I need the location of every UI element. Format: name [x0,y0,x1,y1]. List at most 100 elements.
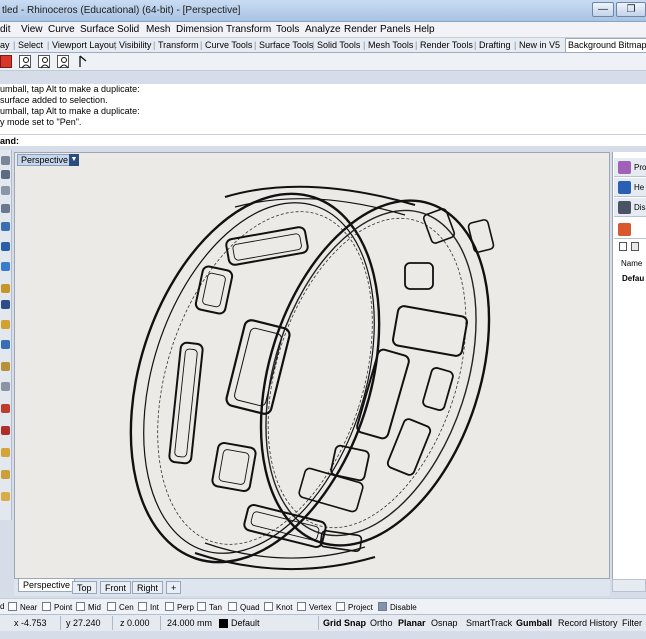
osnap-near[interactable]: Near [8,602,37,612]
tool-icon[interactable] [1,404,10,413]
osnap-perp[interactable]: Perp [165,602,194,612]
checkbox[interactable] [297,602,306,611]
tab-top[interactable]: Top [72,581,97,594]
tab-display[interactable]: ay [0,40,10,50]
panel-tab-properties[interactable]: Pro [614,158,646,177]
tab-render-tools[interactable]: Render Tools [420,40,473,50]
osnap-tan[interactable]: Tan [197,602,222,612]
tab-select[interactable]: Select [18,40,43,50]
osnap-knot[interactable]: Knot [264,602,292,612]
tool-icon[interactable] [1,186,10,195]
menu-analyze[interactable]: Analyze [305,24,341,35]
tab-visibility[interactable]: Visibility [119,40,151,50]
checkbox[interactable] [228,602,237,611]
tab-viewport-layout[interactable]: Viewport Layout [52,40,116,50]
osnap-option[interactable]: d [0,602,4,611]
osnap-cen[interactable]: Cen [107,602,134,612]
tab-solid-tools[interactable]: Solid Tools [317,40,360,50]
tab-right[interactable]: Right [132,581,164,594]
menu-curve[interactable]: Curve [48,24,75,35]
tool-icon[interactable] [1,170,10,179]
checkbox[interactable] [336,602,345,611]
checkbox[interactable] [197,602,206,611]
osnap-mid[interactable]: Mid [76,602,101,612]
tool-icon[interactable] [1,382,10,391]
grid-snap-button[interactable]: Grid Snap [323,618,366,628]
add-view-button[interactable]: + [166,581,182,594]
tool-icon[interactable] [1,242,10,251]
render-icon[interactable] [0,55,12,68]
person-icon[interactable] [57,55,69,69]
osnap-int[interactable]: Int [138,602,159,612]
tool-icon[interactable] [1,448,10,457]
tool-icon[interactable] [1,492,10,501]
osnap-disable[interactable]: Disable [378,602,417,612]
copy-layer-icon[interactable] [631,242,639,251]
person-icon[interactable] [38,55,50,69]
tool-icon[interactable] [1,426,10,435]
ring-model[interactable] [75,173,545,579]
tool-icon[interactable] [1,284,10,293]
filter-button[interactable]: Filter [622,618,642,628]
gumball-button[interactable]: Gumball [516,618,552,628]
osnap-button[interactable]: Osnap [431,618,458,628]
tool-icon[interactable] [1,362,10,371]
chevron-down-icon[interactable]: ▼ [69,154,79,166]
horizontal-scrollbar[interactable] [612,579,646,592]
menu-render[interactable]: Render [344,24,377,35]
menu-solid[interactable]: Solid [117,24,139,35]
checkbox[interactable] [8,602,17,611]
layer-row[interactable]: Defau [622,274,644,283]
osnap-point[interactable]: Point [42,602,72,612]
osnap-project[interactable]: Project [336,602,373,612]
tab-mesh-tools[interactable]: Mesh Tools [368,40,413,50]
tool-icon[interactable] [1,222,10,231]
tool-icon[interactable] [1,300,10,309]
menu-dimension[interactable]: Dimension [176,24,223,35]
panel-tab-layers[interactable] [614,220,646,239]
tab-surface-tools[interactable]: Surface Tools [259,40,313,50]
person-icon[interactable] [19,55,31,69]
checkbox[interactable] [42,602,51,611]
checkbox[interactable] [138,602,147,611]
ortho-button[interactable]: Ortho [370,618,393,628]
checkbox[interactable] [378,602,387,611]
tab-perspective[interactable]: Perspective [18,579,76,592]
perspective-viewport[interactable]: Perspective ▼ [14,152,610,579]
panel-tab-display[interactable]: Dis [614,198,646,217]
tab-drafting[interactable]: Drafting [479,40,511,50]
tool-icon[interactable] [1,470,10,479]
checkbox[interactable] [264,602,273,611]
smarttrack-button[interactable]: SmartTrack [466,618,512,628]
checkbox[interactable] [76,602,85,611]
tool-icon[interactable] [1,340,10,349]
menu-panels[interactable]: Panels [380,24,411,35]
tool-icon[interactable] [1,204,10,213]
tab-curve-tools[interactable]: Curve Tools [205,40,252,50]
tab-front[interactable]: Front [100,581,132,594]
checkbox[interactable] [107,602,116,611]
tab-background-bitmap[interactable]: Background Bitmap [565,38,646,52]
cursor-icon[interactable] [77,55,89,68]
menu-edit[interactable]: dit [0,24,11,35]
new-layer-icon[interactable] [619,242,627,251]
tab-transform[interactable]: Transform [158,40,199,50]
checkbox[interactable] [165,602,174,611]
minimize-button[interactable]: — [592,2,614,17]
layer-color-swatch[interactable] [219,619,228,628]
viewport-label[interactable]: Perspective [17,154,73,166]
menu-mesh[interactable]: Mesh [146,24,170,35]
menu-help[interactable]: Help [414,24,435,35]
planar-button[interactable]: Planar [398,618,426,628]
menu-surface[interactable]: Surface [80,24,114,35]
maximize-button[interactable]: ❐ [616,2,646,17]
tab-new-in-v5[interactable]: New in V5 [519,40,560,50]
osnap-quad[interactable]: Quad [228,602,260,612]
tool-icon[interactable] [1,262,10,271]
tool-icon[interactable] [1,320,10,329]
command-line[interactable]: and: [0,134,646,146]
record-history-button[interactable]: Record History [558,618,618,628]
panel-tab-help[interactable]: He [614,178,646,197]
osnap-vertex[interactable]: Vertex [297,602,332,612]
layer-selector[interactable]: Default [231,618,260,628]
